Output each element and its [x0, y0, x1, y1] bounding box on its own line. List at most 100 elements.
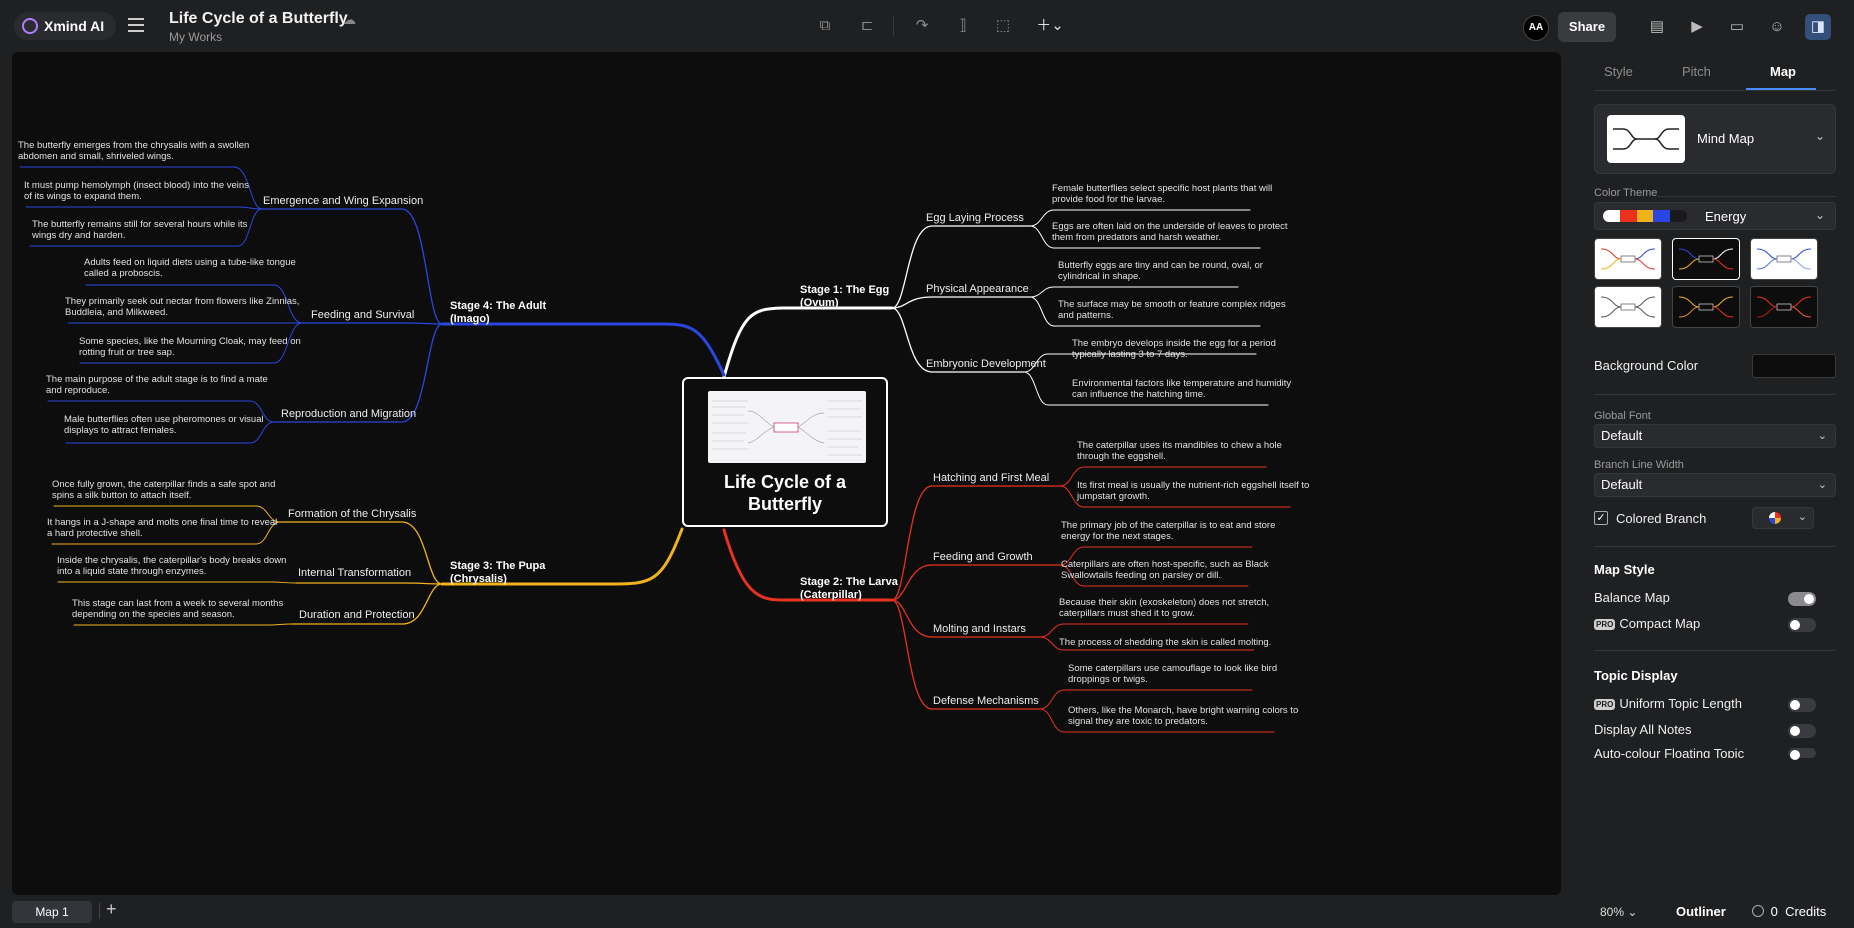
xmind-ai-button[interactable]: Xmind AI: [14, 12, 117, 40]
relationship-icon[interactable]: ↷: [912, 16, 932, 36]
chevron-down-icon: ⌄: [1627, 905, 1638, 919]
subtopic-icon[interactable]: ⧉: [815, 16, 835, 36]
zoom-value: 80%: [1600, 905, 1625, 919]
note-egg-underside[interactable]: Eggs are often laid on the underside of …: [1052, 221, 1288, 243]
tab-pitch[interactable]: Pitch: [1682, 64, 1711, 79]
boundary-icon[interactable]: ⬚: [993, 16, 1013, 36]
central-topic-image: [708, 391, 866, 463]
note-first-meal[interactable]: Its first meal is usually the nutrient-r…: [1077, 480, 1309, 502]
document-title[interactable]: Life Cycle of a Butterfly: [169, 10, 348, 28]
note-pheromones[interactable]: Male butterflies often use pheromones or…: [64, 414, 264, 436]
note-embryo-period[interactable]: The embryo develops inside the egg for a…: [1072, 338, 1276, 360]
background-color-picker[interactable]: [1752, 354, 1836, 378]
central-topic[interactable]: Life Cycle of a Butterfly: [682, 377, 888, 527]
note-egg-host-plants[interactable]: Female butterflies select specific host …: [1052, 183, 1272, 205]
outline-view-icon[interactable]: ▤: [1644, 14, 1670, 40]
note-j-shape[interactable]: It hangs in a J-shape and molts one fina…: [47, 517, 277, 539]
structure-label: Mind Map: [1697, 131, 1755, 146]
note-molting-process[interactable]: The process of shedding the skin is call…: [1059, 637, 1271, 648]
chevron-down-icon: ⌄: [1817, 479, 1827, 491]
stage-1-topic[interactable]: Stage 1: The Egg (Ovum): [800, 284, 889, 310]
note-stage-length[interactable]: This stage can last from a week to sever…: [72, 598, 283, 620]
mind-map-canvas[interactable]: Life Cycle of a Butterfly Stage 1: The E…: [12, 52, 1561, 895]
note-liquid-state[interactable]: Inside the chrysalis, the caterpillar's …: [57, 555, 286, 577]
menu-icon[interactable]: [128, 18, 144, 32]
note-eat-store[interactable]: The primary job of the caterpillar is to…: [1061, 520, 1275, 542]
share-button[interactable]: Share: [1558, 12, 1616, 42]
display-all-notes-toggle[interactable]: [1788, 724, 1816, 738]
subtopic-formation-chrysalis[interactable]: Formation of the Chrysalis: [288, 508, 416, 520]
outliner-button[interactable]: Outliner: [1676, 904, 1726, 919]
subtopic-duration-protection[interactable]: Duration and Protection: [299, 609, 415, 621]
theme-option[interactable]: [1594, 286, 1662, 328]
stage-2-topic[interactable]: Stage 2: The Larva (Caterpillar): [800, 576, 898, 602]
subtopic-feeding-growth[interactable]: Feeding and Growth: [933, 551, 1033, 563]
note-emerges[interactable]: The butterfly emerges from the chrysalis…: [18, 140, 249, 162]
note-environment-factors[interactable]: Environmental factors like temperature a…: [1072, 378, 1291, 400]
credits-indicator[interactable]: 0 Credits: [1752, 904, 1826, 919]
subtopic-egg-laying[interactable]: Egg Laying Process: [926, 212, 1024, 224]
subtopic-hatching[interactable]: Hatching and First Meal: [933, 472, 1049, 484]
subtopic-molting[interactable]: Molting and Instars: [933, 623, 1026, 635]
note-silk-button[interactable]: Once fully grown, the caterpillar finds …: [52, 479, 275, 501]
add-sheet-icon[interactable]: +: [106, 899, 117, 920]
note-hemolymph[interactable]: It must pump hemolymph (insect blood) in…: [24, 180, 249, 202]
stage-3-topic[interactable]: Stage 3: The Pupa (Chrysalis): [450, 560, 545, 586]
theme-option[interactable]: [1594, 238, 1662, 280]
colored-branch-checkbox[interactable]: ✓: [1594, 511, 1608, 525]
branch-color-select[interactable]: ⌄: [1752, 507, 1814, 529]
note-egg-shape[interactable]: Butterfly eggs are tiny and can be round…: [1058, 260, 1263, 282]
global-font-label: Global Font: [1594, 410, 1651, 422]
note-host-specific[interactable]: Caterpillars are often host-specific, su…: [1061, 559, 1269, 581]
divider: [1594, 394, 1836, 395]
stage-4-topic[interactable]: Stage 4: The Adult (Imago): [450, 300, 546, 326]
auto-colour-toggle[interactable]: [1788, 748, 1816, 760]
subtopic-reproduction[interactable]: Reproduction and Migration: [281, 408, 416, 420]
note-nectar[interactable]: They primarily seek out nectar from flow…: [65, 296, 299, 318]
note-find-mate[interactable]: The main purpose of the adult stage is t…: [46, 374, 268, 396]
structure-selector[interactable]: Mind Map ⌄: [1594, 104, 1836, 174]
note-warning-colors[interactable]: Others, like the Monarch, have bright wa…: [1068, 705, 1298, 727]
theme-option-selected[interactable]: [1672, 238, 1740, 280]
theme-option[interactable]: [1672, 286, 1740, 328]
uniform-topic-length-toggle[interactable]: [1788, 698, 1816, 712]
toolbar-divider: [893, 16, 894, 36]
sheet-tab-map-1[interactable]: Map 1: [12, 901, 92, 923]
subtopic-emergence[interactable]: Emergence and Wing Expansion: [263, 195, 423, 207]
document-location[interactable]: My Works: [169, 30, 222, 44]
balance-map-toggle[interactable]: [1788, 592, 1816, 606]
note-camouflage[interactable]: Some caterpillars use camouflage to look…: [1068, 663, 1277, 685]
theme-option[interactable]: [1750, 238, 1818, 280]
note-wings-dry[interactable]: The butterfly remains still for several …: [32, 219, 247, 241]
theme-option[interactable]: [1750, 286, 1818, 328]
subtopic-feeding-survival[interactable]: Feeding and Survival: [311, 309, 414, 321]
avatar[interactable]: AA: [1523, 15, 1549, 41]
divider: [99, 903, 100, 919]
swatch-blue: [1653, 210, 1671, 222]
note-mandibles[interactable]: The caterpillar uses its mandibles to ch…: [1077, 440, 1282, 462]
note-exoskeleton[interactable]: Because their skin (exoskeleton) does no…: [1059, 597, 1269, 619]
note-egg-surface[interactable]: The surface may be smooth or feature com…: [1058, 299, 1286, 321]
color-theme-select[interactable]: Energy ⌄: [1594, 202, 1836, 230]
tab-style[interactable]: Style: [1604, 64, 1633, 79]
subtopic-defense[interactable]: Defense Mechanisms: [933, 695, 1039, 707]
branch-line-width-select[interactable]: Default ⌄: [1594, 473, 1836, 497]
compact-map-toggle[interactable]: [1788, 618, 1816, 632]
color-wheel-icon: [1769, 512, 1781, 524]
pitch-play-icon[interactable]: ▶: [1684, 14, 1710, 40]
note-proboscis[interactable]: Adults feed on liquid diets using a tube…: [84, 257, 296, 279]
note-rotting-fruit[interactable]: Some species, like the Mourning Cloak, m…: [79, 336, 301, 358]
summary-icon[interactable]: ⟧: [953, 16, 973, 36]
subtopic-internal-transformation[interactable]: Internal Transformation: [298, 567, 411, 579]
topic-icon[interactable]: ⊏: [857, 16, 877, 36]
insert-icon[interactable]: ＋⌄: [1035, 16, 1065, 36]
comments-icon[interactable]: ▭: [1724, 14, 1750, 40]
zoom-control[interactable]: 80% ⌄: [1600, 905, 1637, 919]
emoji-icon[interactable]: ☺: [1764, 14, 1790, 40]
subtopic-physical-appearance[interactable]: Physical Appearance: [926, 283, 1029, 295]
format-panel-icon[interactable]: ◨: [1805, 14, 1831, 40]
background-color-label: Background Color: [1594, 358, 1699, 373]
tab-map[interactable]: Map: [1770, 64, 1796, 79]
subtopic-embryonic-development[interactable]: Embryonic Development: [926, 358, 1046, 370]
global-font-select[interactable]: Default ⌄: [1594, 424, 1836, 448]
